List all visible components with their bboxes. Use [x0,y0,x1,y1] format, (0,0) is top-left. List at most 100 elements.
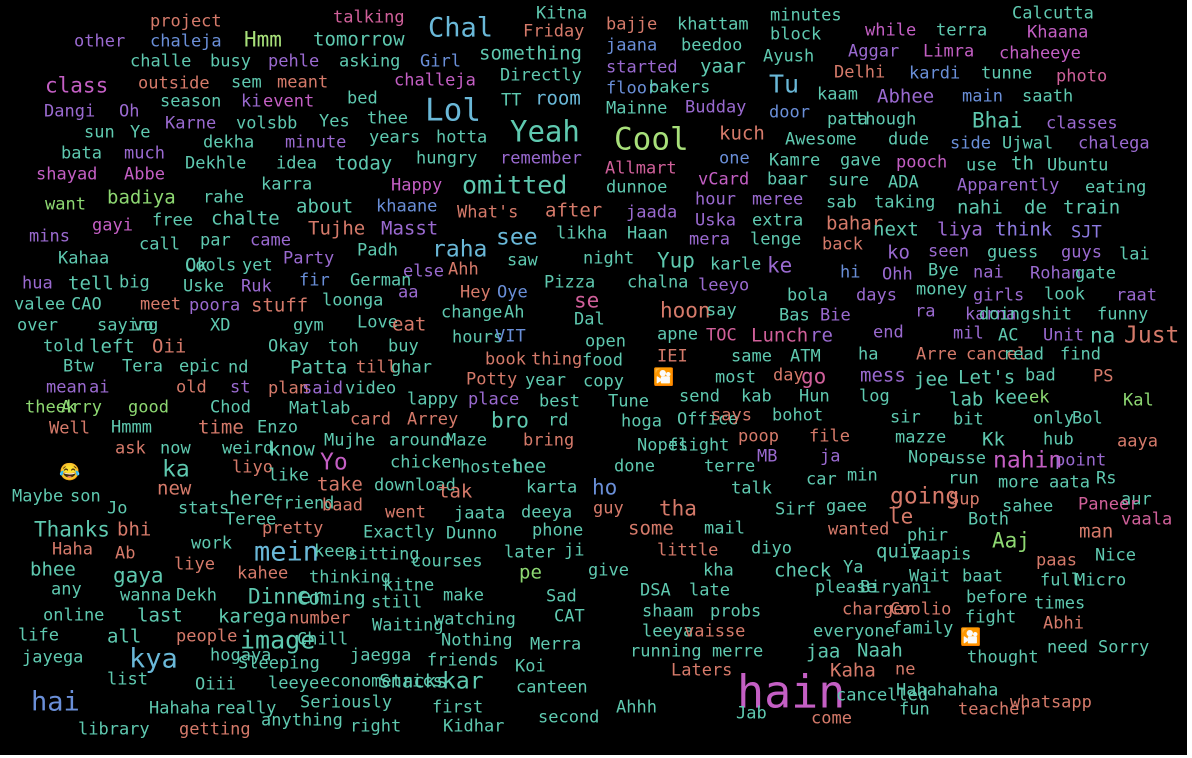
word-102: omitted [462,170,568,200]
word-319: now [160,438,191,459]
word-321: know [269,438,315,461]
word-435: watching [434,609,516,630]
word-50: bed [347,88,378,109]
word-253: ghar [391,357,432,378]
word-322: Yo [320,449,348,476]
word-258: most [715,367,756,388]
word-442: Abhi [1043,613,1084,634]
word-280: log [859,386,890,407]
word-122: nahi [957,196,1003,219]
word-259: day [773,365,804,386]
word-309: bring [523,430,575,451]
word-440: Coolio [890,599,952,620]
word-57: Abhee [877,85,935,108]
word-463: merre [712,641,764,662]
word-328: MB [757,446,778,467]
word-126: free [152,210,193,231]
word-46: Oh [119,101,140,122]
word-373: vaala [1121,509,1173,530]
word-140: came [250,230,291,251]
word-233: Okay [268,336,309,357]
word-417: wanna [120,585,172,606]
word-485: first [432,697,484,718]
word-78: Awesome [785,129,857,150]
word-205: shit [1031,304,1072,325]
word-97: Allmart [605,158,677,179]
word-461: Koi [515,656,546,677]
word-490: fun [899,699,930,720]
word-443: life [18,625,59,646]
word-96: today [335,152,393,175]
word-400: Nice [1095,545,1136,566]
word-54: Mainne [606,98,668,119]
word-447: Chill [297,629,349,650]
word-466: thought [967,647,1039,668]
word-148: seen [928,241,969,262]
word-86: remember [500,148,582,169]
word-189: Hey [460,282,491,303]
word-123: de [1024,196,1047,219]
word-355: tak [438,480,473,503]
word-416: any [51,579,82,600]
word-85: hungry [416,148,478,169]
word-396: diyo [751,538,792,559]
word-63: volsbb [236,113,298,134]
word-13: Friday [523,21,585,42]
word-67: door [769,102,810,123]
word-61: Ye [130,122,151,143]
word-296: says [711,405,752,426]
word-217: apne [657,324,698,345]
word-354: baad [322,495,363,516]
word-20: challe [130,51,192,72]
word-47: season [160,91,222,112]
word-90: pooch [896,152,948,173]
word-415: Micro [1075,570,1127,591]
word-481: Hahahahaha [896,680,999,701]
word-297: bohot [772,405,824,426]
word-351: new [157,477,192,500]
word-360: Jo [107,498,128,519]
word-4: Kitna [536,3,588,24]
word-300: only [1033,408,1074,429]
word-131: extra [752,210,804,231]
word-207: change [441,302,503,323]
word-195: stuff [251,294,309,317]
word-251: Patta [290,356,348,379]
word-22: pehle [268,51,320,72]
word-468: Sorry [1098,637,1150,658]
word-495: getting [179,719,251,740]
word-130: Uska [695,210,736,231]
word-59: saath [1022,86,1074,107]
word-51: Lol [425,92,481,129]
word-275: best [539,391,580,412]
word-19: Khaana [1027,22,1089,43]
word-72: dekha [203,132,255,153]
word-474: leeye [268,673,320,694]
word-382: wanted [828,519,890,540]
word-341: ho [592,475,618,500]
word-279: Hun [799,386,830,407]
word-336: liyo [232,457,273,478]
word-139: par [200,230,231,251]
word-330: Nope [908,447,949,468]
word-348: Rs [1096,468,1117,489]
word-127: chalte [211,207,280,230]
word-98: shayad [36,164,98,185]
word-472: list [107,669,148,690]
word-165: nai [973,262,1004,283]
word-201: Bie [820,305,851,326]
word-317: aaya [1117,431,1158,452]
word-187: raat [1116,285,1157,306]
word-256: copy [583,371,624,392]
word-234: toh [328,336,359,357]
word-431: last [137,604,183,627]
word-150: guys [1061,242,1102,263]
word-104: vCard [698,169,750,190]
word-146: back [822,234,863,255]
word-144: mera [689,229,730,250]
word-77: kuch [719,122,765,145]
word-429: times [1034,593,1086,614]
word-407: pe [519,561,542,584]
word-197: se [574,288,600,313]
word-158: saw [507,250,538,271]
